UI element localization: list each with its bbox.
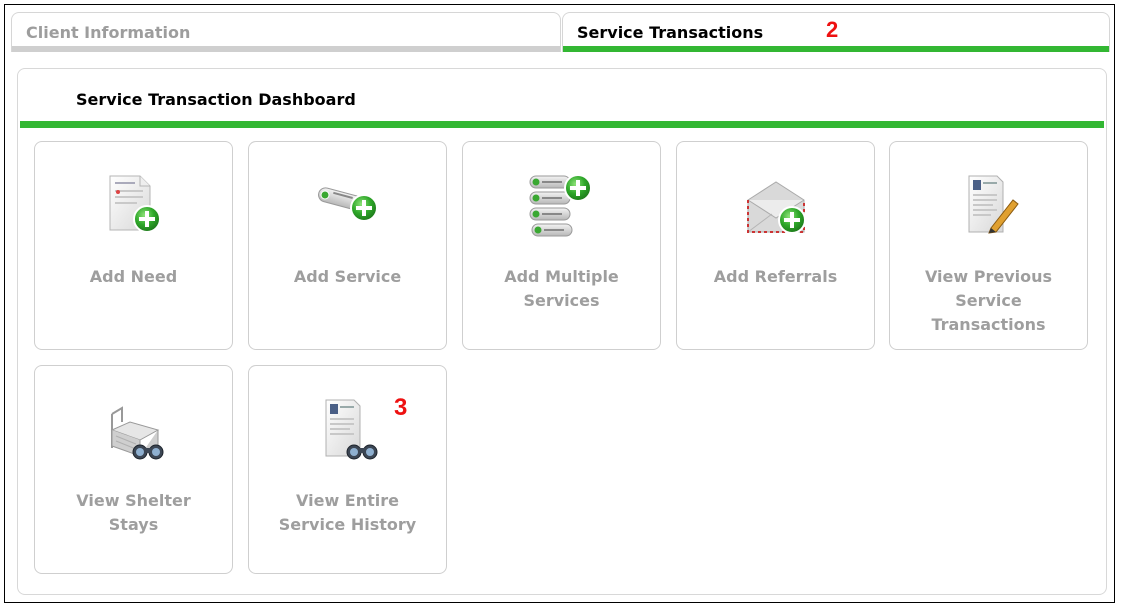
service-transaction-dashboard: Service Transaction Dashboard Add Need A… [17,68,1107,595]
add-need-icon [109,175,161,233]
tab-underline-inactive [12,46,560,52]
view-shelter-stays-icon [110,406,164,460]
view-service-history-tile[interactable]: 3 View Entire Service History [248,365,447,574]
dashboard-title: Service Transaction Dashboard [76,90,356,109]
tab-client-information-label: Client Information [26,23,191,42]
add-referrals-tile[interactable]: Add Referrals [676,141,875,350]
view-previous-transactions-label: View Previous Service Transactions [924,267,1053,334]
add-service-label: Add Service [293,267,402,286]
add-service-icon [318,187,378,222]
add-multiple-services-icon [529,174,592,237]
view-shelter-stays-tile[interactable]: View Shelter Stays [34,365,233,574]
annotation-marker-3: 3 [394,394,408,421]
add-need-label: Add Need [89,267,178,286]
tab-service-transactions[interactable]: Service Transactions 2 [562,12,1110,52]
add-referrals-icon [747,181,806,234]
app-frame: Client Information Service Transactions … [4,4,1115,603]
add-need-tile[interactable]: Add Need [34,141,233,350]
add-service-tile[interactable]: Add Service [248,141,447,350]
add-referrals-label: Add Referrals [713,267,838,286]
view-shelter-stays-label: View Shelter Stays [76,491,191,534]
tab-client-information[interactable]: Client Information [11,12,561,52]
add-multiple-services-tile[interactable]: Add Multiple Services [462,141,661,350]
tab-strip: Client Information Service Transactions … [11,12,1110,60]
view-previous-transactions-icon [968,175,1019,234]
tab-underline-active [563,46,1109,52]
add-multiple-services-label: Add Multiple Services [504,267,619,310]
view-service-history-label: View Entire Service History [278,491,417,534]
view-service-history-icon [325,399,378,460]
view-previous-transactions-tile[interactable]: View Previous Service Transactions [889,141,1088,350]
annotation-marker-2: 2 [826,17,839,42]
tab-service-transactions-label: Service Transactions [577,23,764,42]
dashboard-title-underline [20,121,1104,128]
